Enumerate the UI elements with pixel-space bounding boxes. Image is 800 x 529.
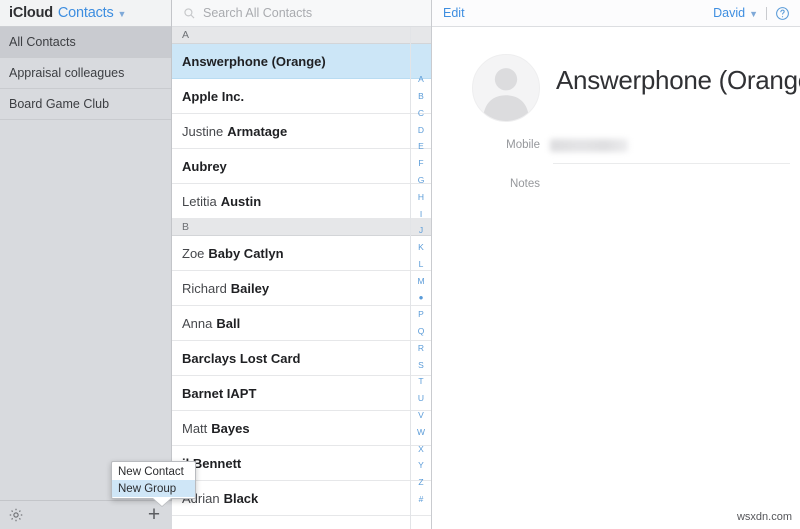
contact-name: Barclays Lost Card [182, 350, 301, 366]
contact-name: Barnet IAPT [182, 385, 257, 401]
section-header-a: A [172, 27, 431, 44]
account-area: David ▼ [713, 6, 790, 21]
contact-first-name: Letitia [182, 193, 217, 209]
contact-name: Aubrey [182, 158, 227, 174]
contact-name: Apple Inc. [182, 88, 245, 104]
person-placeholder-icon [482, 68, 530, 121]
table-row[interactable]: Aubrey [172, 149, 431, 184]
sidebar: iCloud Contacts ▼ All Contacts Appraisal… [0, 0, 172, 529]
table-row[interactable]: Barnet IAPT [172, 376, 431, 411]
field-divider [553, 163, 790, 164]
contact-last-name: Bailey [230, 280, 270, 296]
sidebar-item-all-contacts[interactable]: All Contacts [0, 27, 171, 58]
menu-item-label: New Group [118, 482, 177, 495]
account-menu-label[interactable]: David [713, 6, 745, 20]
sidebar-item-label: Board Game Club [9, 97, 110, 111]
contact-name: Answerphone (Orange) [182, 53, 326, 69]
section-header-b: B [172, 219, 431, 236]
table-row[interactable]: Richard Bailey [172, 271, 431, 306]
contact-first-name: Zoe [182, 245, 205, 261]
question-mark-circle-icon[interactable] [775, 6, 790, 21]
table-row[interactable]: Adrian Black [172, 481, 431, 516]
sidebar-item-label: All Contacts [9, 35, 76, 49]
brand-header: iCloud Contacts ▼ [0, 0, 171, 27]
app-switcher-label[interactable]: Contacts [58, 5, 114, 21]
redacted-phone-value [550, 139, 628, 152]
field-value[interactable] [550, 178, 800, 190]
table-row[interactable]: Zoe Baby Catlyn [172, 236, 431, 271]
gear-icon[interactable] [8, 507, 24, 523]
toolbar-divider [766, 6, 767, 20]
detail-toolbar: Edit David ▼ [432, 0, 800, 27]
sidebar-item-appraisal-colleagues[interactable]: Appraisal colleagues [0, 58, 171, 89]
contact-last-name: Bayes [211, 420, 250, 436]
contact-first-name: Anna [182, 315, 213, 331]
menu-item-label: New Contact [118, 465, 184, 478]
contact-last-name: Black [223, 490, 259, 506]
watermark: wsxdn.com [736, 511, 792, 523]
table-row[interactable]: Barclays Lost Card [172, 341, 431, 376]
contact-first-name: Matt [182, 420, 208, 436]
icloud-contacts-app: iCloud Contacts ▼ All Contacts Appraisal… [0, 0, 800, 529]
section-letter: A [182, 29, 190, 41]
menu-item-new-contact[interactable]: New Contact [112, 463, 195, 480]
contact-list-column: A Answerphone (Orange) Apple Inc. Justin… [172, 0, 432, 529]
popup-pointer-arrow [153, 498, 171, 506]
contact-first-name: Justine [182, 123, 224, 139]
chevron-down-icon[interactable]: ▼ [118, 9, 127, 19]
section-letter: B [182, 221, 190, 233]
page-title: Answerphone (Orange) [556, 65, 800, 95]
search-input[interactable] [203, 6, 403, 20]
table-row[interactable]: Justine Armatage [172, 114, 431, 149]
contacts-scroll-area[interactable]: A Answerphone (Orange) Apple Inc. Justin… [172, 27, 431, 529]
contact-last-name: Armatage [227, 123, 288, 139]
edit-button[interactable]: Edit [443, 6, 465, 20]
field-label: Mobile [506, 139, 540, 151]
group-list: All Contacts Appraisal colleagues Board … [0, 27, 171, 120]
search-bar [172, 0, 431, 27]
contact-last-name: Ball [216, 315, 241, 331]
detail-body: Answerphone (Orange) Mobile Notes wsxdn.… [432, 27, 800, 529]
field-value[interactable] [550, 139, 800, 152]
sidebar-item-label: Appraisal colleagues [9, 66, 125, 80]
contact-last-name: Baby Catlyn [208, 245, 284, 261]
sidebar-item-board-game-club[interactable]: Board Game Club [0, 89, 171, 120]
search-icon [183, 7, 196, 20]
table-row[interactable]: Anna Ball [172, 306, 431, 341]
field-mobile: Mobile [432, 139, 800, 152]
contact-last-name: Austin [220, 193, 262, 209]
field-label: Notes [509, 178, 540, 190]
field-notes: Notes [432, 178, 800, 190]
avatar[interactable] [472, 54, 540, 122]
contact-detail-panel: Edit David ▼ Answerphone (Orange) Mobile… [432, 0, 800, 529]
table-row[interactable]: Letitia Austin [172, 184, 431, 219]
table-row[interactable]: Matt Bayes [172, 411, 431, 446]
add-button[interactable]: + [144, 504, 164, 525]
table-row[interactable]: il Bennett [172, 446, 431, 481]
contact-first-name: Richard [182, 280, 227, 296]
menu-item-new-group[interactable]: New Group [112, 480, 195, 497]
icloud-logo-text: iCloud [9, 5, 53, 21]
sidebar-footer: + [0, 500, 172, 529]
chevron-down-icon[interactable]: ▼ [749, 9, 758, 19]
table-row[interactable]: Answerphone (Orange) [172, 44, 431, 79]
table-row[interactable]: Apple Inc. [172, 79, 431, 114]
new-item-popup-menu: New Contact New Group [111, 461, 196, 506]
